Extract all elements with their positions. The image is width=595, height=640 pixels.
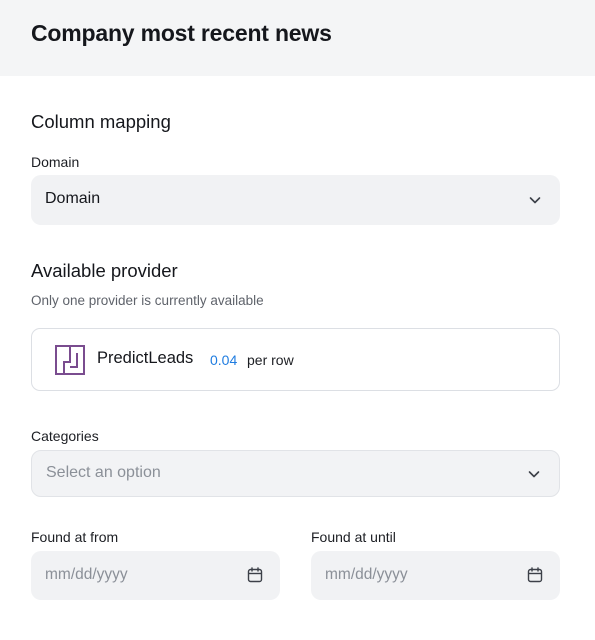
found-until-placeholder: mm/dd/yyyy bbox=[325, 566, 408, 583]
chevron-down-icon bbox=[529, 197, 541, 204]
provider-price-unit: per row bbox=[247, 352, 294, 368]
page-title: Company most recent news bbox=[31, 20, 332, 46]
found-from-label: Found at from bbox=[31, 529, 119, 545]
found-from-placeholder: mm/dd/yyyy bbox=[45, 566, 128, 583]
domain-select[interactable]: Domain bbox=[31, 175, 560, 225]
domain-select-value: Domain bbox=[45, 190, 101, 207]
categories-select[interactable]: Select an option bbox=[31, 450, 560, 497]
found-from-date-input[interactable]: mm/dd/yyyy bbox=[31, 551, 280, 600]
available-provider-title: Available provider bbox=[31, 260, 178, 281]
predictleads-logo-icon bbox=[55, 345, 85, 375]
calendar-icon[interactable] bbox=[527, 567, 543, 583]
column-mapping-title: Column mapping bbox=[31, 111, 171, 132]
categories-select-placeholder: Select an option bbox=[46, 464, 161, 481]
found-until-date-input[interactable]: mm/dd/yyyy bbox=[311, 551, 560, 600]
chevron-down-icon bbox=[528, 471, 540, 478]
provider-price: 0.04 bbox=[210, 352, 238, 368]
page-header: Company most recent news bbox=[0, 0, 595, 76]
calendar-icon[interactable] bbox=[247, 567, 263, 583]
provider-card[interactable]: PredictLeads 0.04 per row bbox=[31, 328, 560, 391]
domain-label: Domain bbox=[31, 154, 80, 170]
provider-hint: Only one provider is currently available bbox=[31, 293, 264, 308]
found-until-label: Found at until bbox=[311, 529, 396, 545]
categories-label: Categories bbox=[31, 428, 99, 444]
provider-name: PredictLeads bbox=[97, 349, 194, 367]
